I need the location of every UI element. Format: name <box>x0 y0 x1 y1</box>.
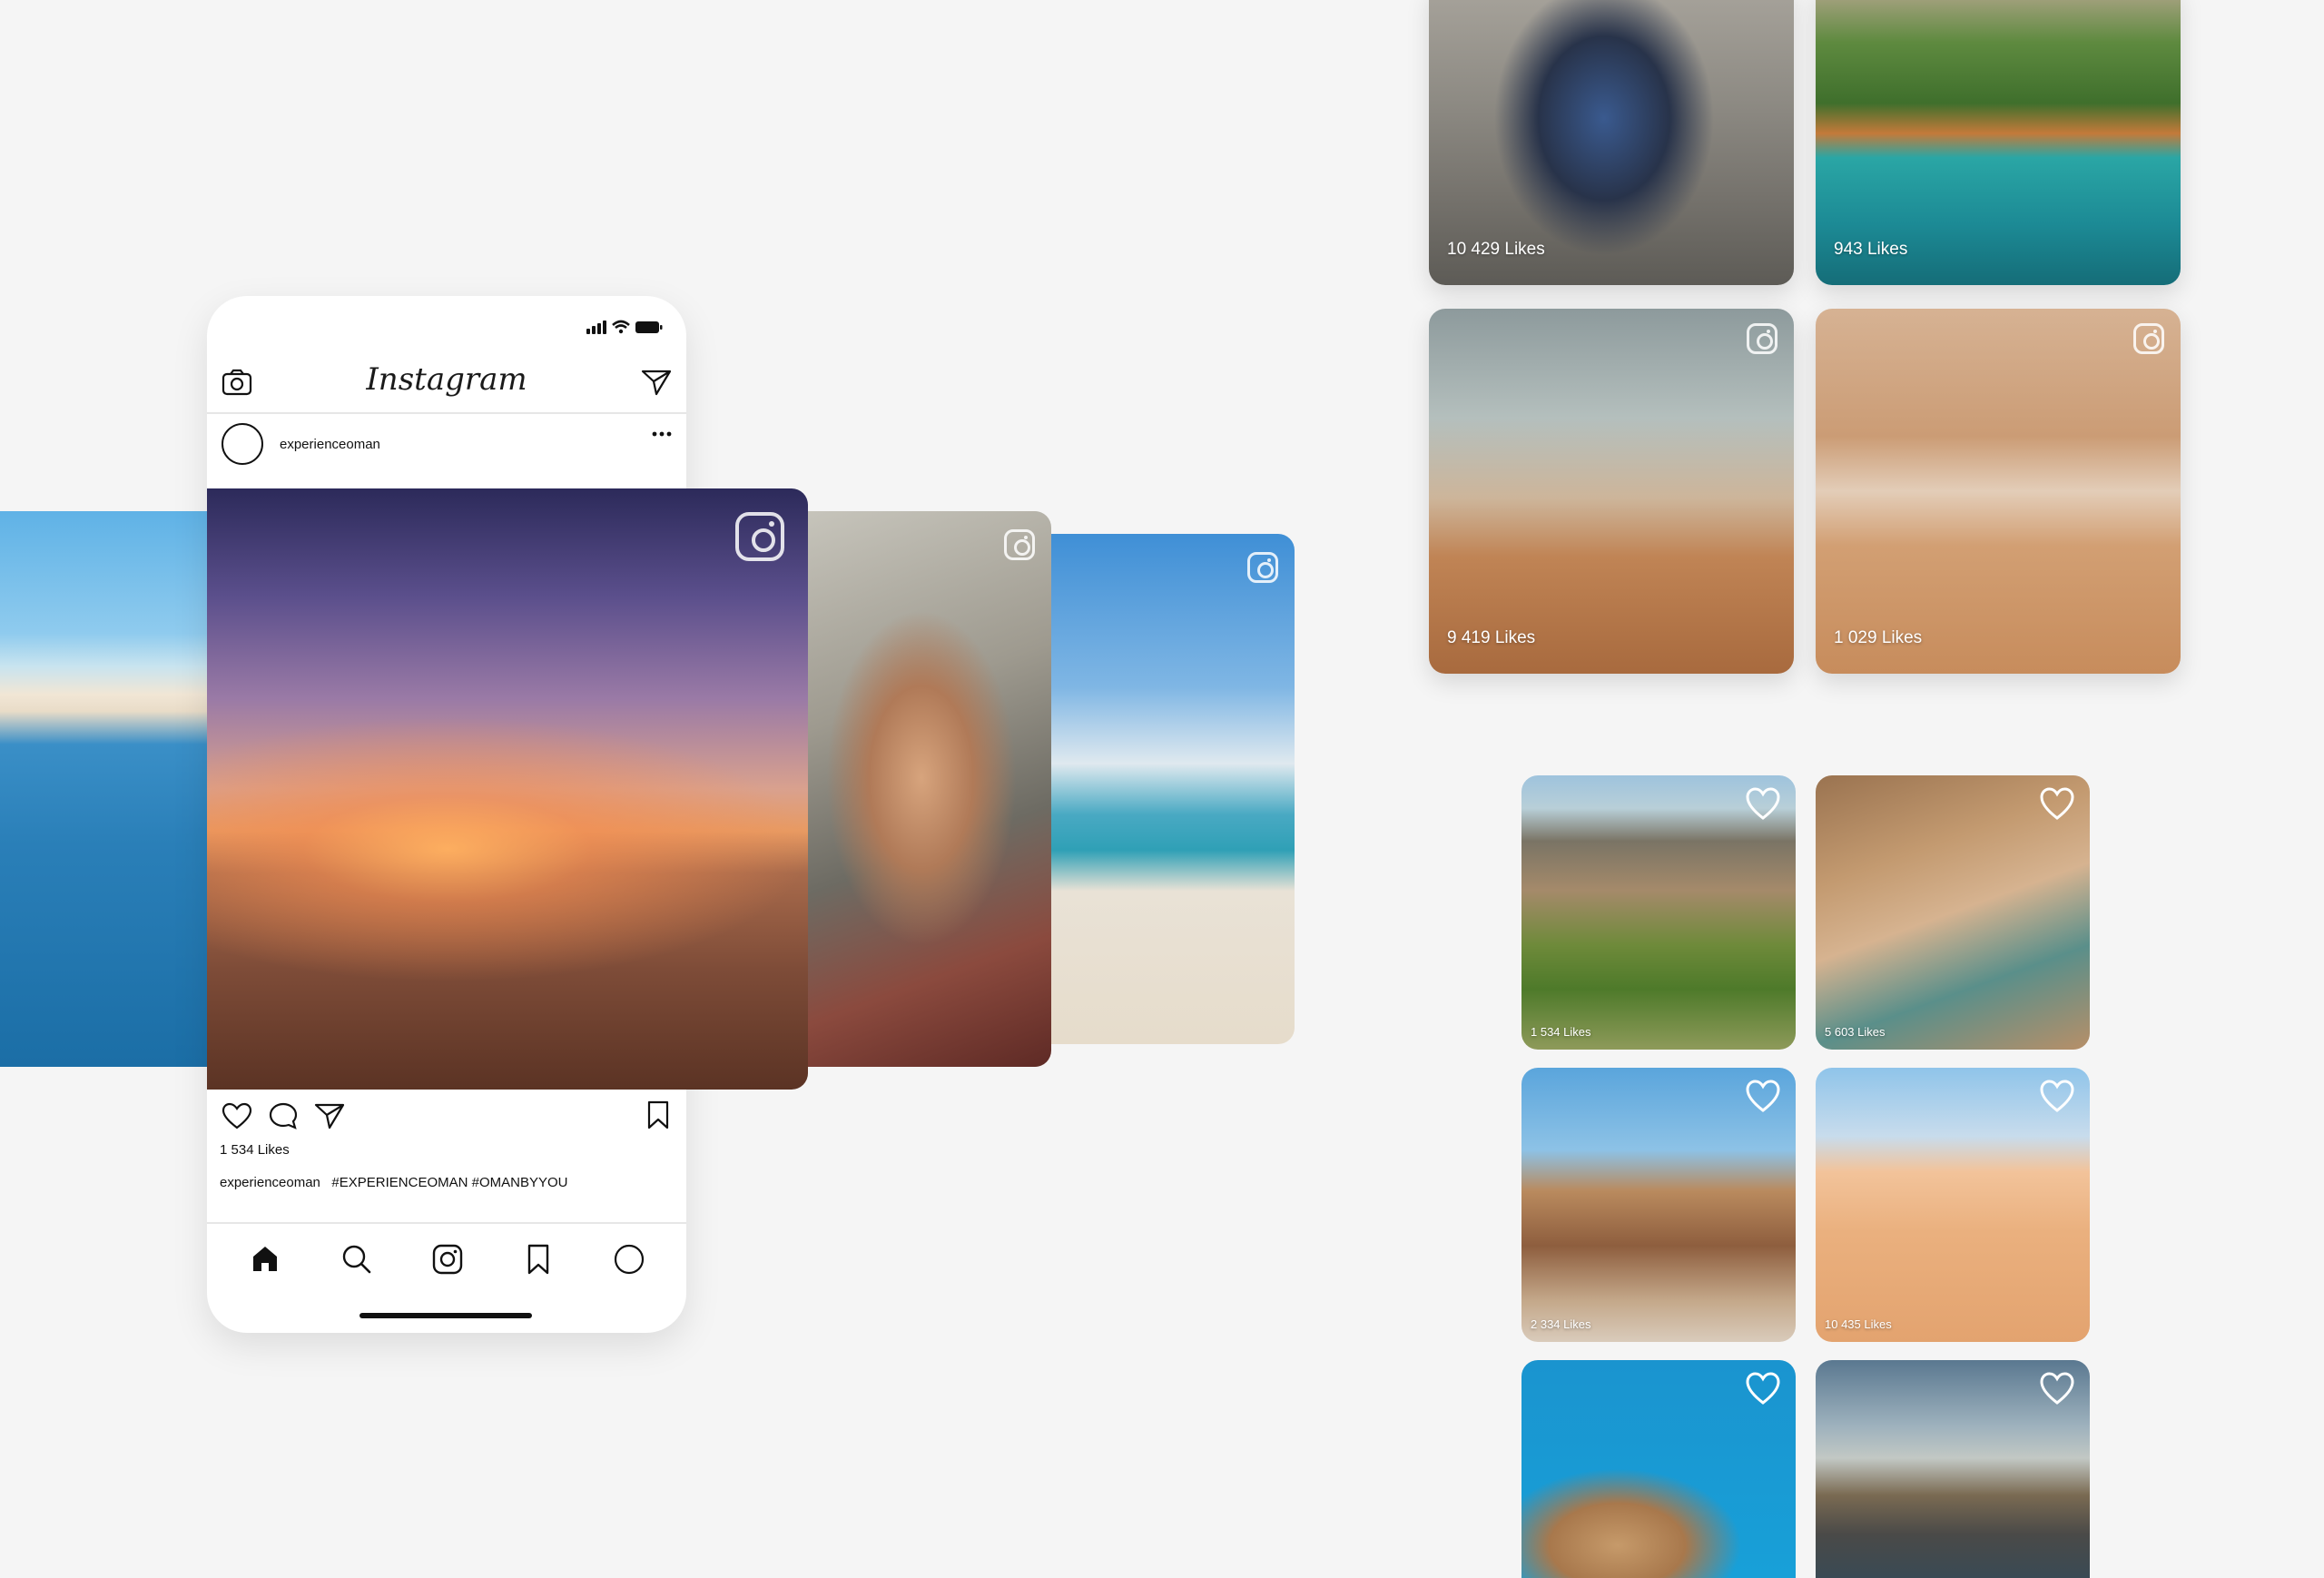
photo-likes: 1 534 Likes <box>1531 1025 1591 1039</box>
grid-photo-dune-walker[interactable]: 9 419 Likes <box>1429 309 1794 674</box>
instagram-icon <box>1747 323 1777 354</box>
profile-icon[interactable] <box>614 1244 645 1275</box>
avatar[interactable] <box>222 423 263 465</box>
grid-photo-mosque[interactable]: 2 334 Likes <box>1521 1068 1796 1342</box>
photo-likes: 2 334 Likes <box>1531 1317 1591 1331</box>
heart-icon[interactable] <box>1745 1371 1781 1405</box>
instagram-icon <box>2133 323 2164 354</box>
photo-likes: 5 603 Likes <box>1825 1025 1886 1039</box>
grid-photo-desert[interactable]: 10 435 Likes <box>1816 1068 2090 1342</box>
carousel-photo-beach-camel[interactable] <box>1019 534 1295 1044</box>
app-logo: Instagram <box>366 361 527 398</box>
search-icon[interactable] <box>341 1244 372 1275</box>
home-indicator <box>359 1313 532 1318</box>
bookmark-icon[interactable] <box>646 1100 670 1129</box>
grid-photo-resort[interactable]: 943 Likes <box>1816 0 2181 285</box>
grid-photo-motorcycle[interactable]: 10 429 Likes <box>1429 0 1794 285</box>
app-header: Instagram <box>207 352 686 414</box>
grid-photo-red-dress[interactable]: 1 029 Likes <box>1816 309 2181 674</box>
grid-photo-camel-head[interactable] <box>1521 1360 1796 1578</box>
comment-icon[interactable] <box>269 1102 298 1129</box>
photo-likes: 9 419 Likes <box>1447 628 1536 647</box>
status-bar-icons <box>586 320 663 334</box>
heart-icon[interactable] <box>1745 1079 1781 1113</box>
send-icon[interactable] <box>641 369 672 396</box>
photo-likes: 10 429 Likes <box>1447 240 1545 259</box>
post-caption: experienceoman #EXPERIENCEOMAN #OMANBYYO… <box>220 1175 567 1190</box>
grid-photo-village[interactable]: 1 534 Likes <box>1521 775 1796 1050</box>
caption-username[interactable]: experienceoman <box>220 1175 320 1190</box>
heart-icon[interactable] <box>1745 786 1781 821</box>
carousel-photo-girl[interactable] <box>781 511 1051 1067</box>
instagram-icon <box>735 512 784 561</box>
home-icon[interactable] <box>251 1244 280 1273</box>
bookmark-icon[interactable] <box>527 1244 550 1275</box>
instagram-icon <box>1004 529 1035 560</box>
instagram-icon[interactable] <box>432 1244 463 1275</box>
post-username[interactable]: experienceoman <box>280 437 380 452</box>
photo-likes: 10 435 Likes <box>1825 1317 1892 1331</box>
grid-photo-wadi[interactable]: 5 603 Likes <box>1816 775 2090 1050</box>
instagram-icon <box>1247 552 1278 583</box>
heart-icon[interactable] <box>2039 786 2075 821</box>
nav-divider <box>207 1222 686 1224</box>
heart-icon[interactable] <box>2039 1079 2075 1113</box>
heart-icon[interactable] <box>2039 1371 2075 1405</box>
more-icon[interactable] <box>652 430 672 438</box>
photo-likes: 943 Likes <box>1834 240 1908 259</box>
send-icon[interactable] <box>314 1102 345 1129</box>
grid-photo-rock[interactable] <box>1816 1360 2090 1578</box>
carousel-photo-camels[interactable] <box>207 488 808 1090</box>
heart-icon[interactable] <box>222 1102 252 1129</box>
caption-hashtags[interactable]: #EXPERIENCEOMAN #OMANBYYOU <box>331 1175 567 1190</box>
post-likes: 1 534 Likes <box>220 1142 290 1158</box>
photo-likes: 1 029 Likes <box>1834 628 1923 647</box>
